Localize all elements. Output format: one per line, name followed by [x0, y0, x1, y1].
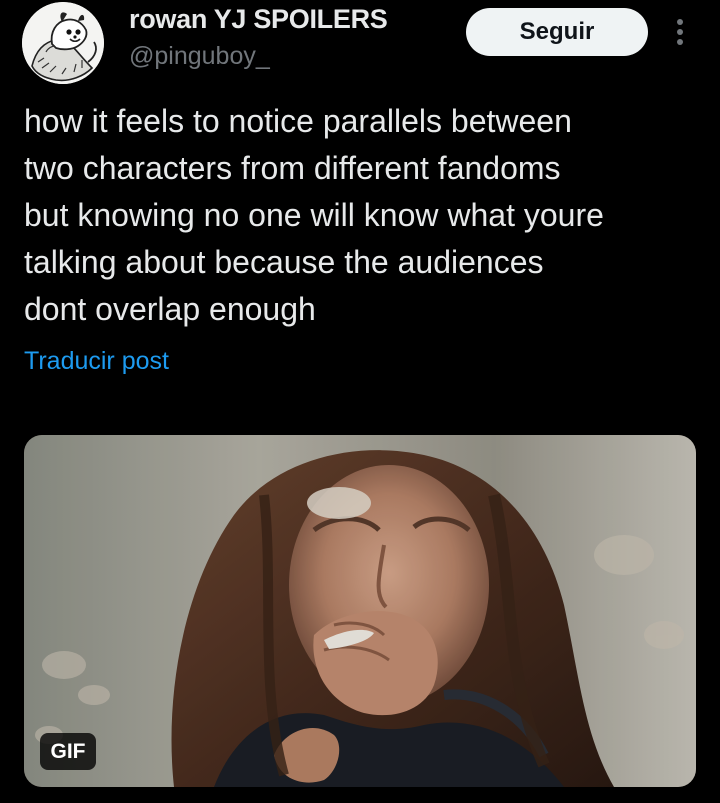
gif-badge: GIF [40, 733, 96, 770]
gif-still-image [24, 435, 696, 787]
more-options-button[interactable] [668, 12, 692, 52]
post-text-line: how it feels to notice parallels between [24, 103, 572, 139]
avatar[interactable] [22, 2, 104, 84]
follow-button[interactable]: Seguir [466, 8, 648, 56]
more-vertical-icon [677, 19, 683, 45]
translate-post-link[interactable]: Traducir post [24, 347, 169, 376]
post-text-line: dont overlap enough [24, 291, 316, 327]
post-text-line: but knowing no one will know what youre [24, 197, 604, 233]
gif-media[interactable]: GIF [24, 435, 696, 787]
post-text-line: talking about because the audiences [24, 244, 544, 280]
tweet: rowan YJ SPOILERS @pinguboy_ Seguir how … [0, 0, 720, 803]
post-text: how it feels to notice parallels between… [24, 98, 704, 333]
author-name[interactable]: rowan YJ SPOILERS [129, 4, 388, 35]
opossum-avatar-drawing [22, 2, 104, 84]
author-handle[interactable]: @pinguboy_ [129, 42, 270, 71]
post-text-line: two characters from different fandoms [24, 150, 561, 186]
